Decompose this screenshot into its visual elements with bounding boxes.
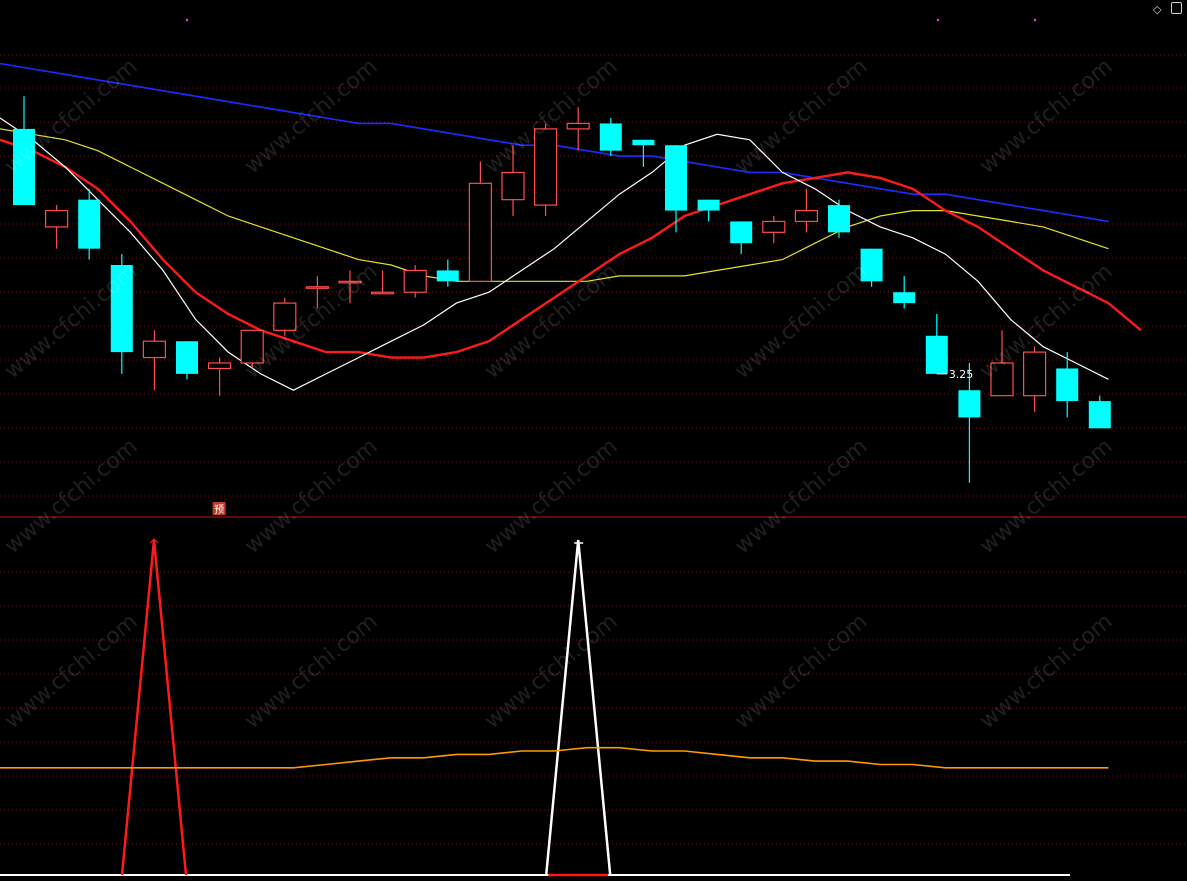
- moving-average-lines: [0, 62, 1142, 391]
- diamond-icon[interactable]: ◇: [1153, 3, 1161, 16]
- candle-body: [762, 220, 786, 233]
- candle: [240, 329, 264, 369]
- candle: [110, 254, 133, 374]
- candle-body: [273, 302, 297, 331]
- top-marker-dot: [936, 18, 940, 22]
- candle-body: [533, 128, 558, 206]
- candle: [1088, 395, 1111, 429]
- candle: [403, 265, 427, 298]
- candle-body: [828, 205, 850, 233]
- stock-chart: 3.25 预: [0, 18, 1187, 877]
- candle-body: [1056, 368, 1079, 402]
- candle-body: [566, 122, 590, 130]
- candle-body: [176, 341, 198, 374]
- candle: [990, 330, 1014, 397]
- candle: [436, 259, 459, 287]
- candle-body: [110, 265, 133, 353]
- candle-body: [240, 329, 264, 364]
- candle: [828, 199, 850, 238]
- candle-body: [44, 209, 69, 228]
- candle-body: [958, 390, 981, 418]
- candle-body: [338, 280, 362, 284]
- candle-body: [78, 199, 101, 249]
- candle: [599, 118, 622, 157]
- candle-body: [468, 182, 492, 282]
- candle-body: [501, 171, 525, 201]
- candle: [762, 216, 786, 244]
- candle: [794, 188, 819, 233]
- candle-body: [794, 209, 819, 223]
- candle: [305, 275, 329, 309]
- top-marker-dot: [185, 18, 189, 22]
- candle: [273, 297, 297, 336]
- candle-body: [142, 340, 166, 359]
- chart-annotations: 3.25 预: [212, 368, 974, 516]
- candle: [860, 248, 883, 287]
- candle: [697, 199, 720, 222]
- indicator-smooth-line: [0, 746, 1109, 769]
- candle-body: [990, 362, 1014, 397]
- candle: [44, 205, 69, 249]
- candle: [925, 314, 948, 374]
- pre-marker-label: 预: [214, 504, 224, 516]
- top-marker-dot: [1033, 18, 1037, 22]
- candle: [371, 270, 395, 295]
- candle-body: [599, 123, 622, 151]
- candle-body: [665, 145, 687, 211]
- ma-mid-line: [0, 138, 1142, 359]
- candle: [13, 96, 35, 206]
- candle-body: [1022, 351, 1047, 397]
- candle-body: [436, 270, 459, 282]
- low-price-label: 3.25: [949, 368, 974, 381]
- candle: [632, 139, 655, 167]
- candle: [893, 275, 916, 309]
- candle: [533, 123, 558, 216]
- candle: [208, 357, 232, 396]
- candle: [958, 363, 981, 483]
- candle: [176, 341, 198, 380]
- candle: [142, 330, 166, 391]
- candle: [665, 145, 687, 233]
- square-icon[interactable]: [1171, 2, 1182, 14]
- candlesticks: [13, 96, 1111, 483]
- candle-body: [371, 291, 395, 295]
- candle-body: [305, 286, 329, 289]
- candle: [566, 107, 590, 151]
- candle: [468, 161, 492, 282]
- candle-body: [730, 221, 753, 244]
- candle: [1022, 346, 1047, 412]
- candle-body: [860, 248, 883, 282]
- candle: [338, 270, 362, 304]
- candle-body: [925, 335, 948, 374]
- candle-body: [208, 362, 232, 370]
- candle-body: [13, 128, 35, 206]
- grid-lines: [0, 54, 1187, 845]
- candle: [730, 221, 753, 255]
- candle-body: [632, 139, 655, 146]
- candle-body: [697, 199, 720, 211]
- candle-body: [893, 292, 916, 304]
- candle-body: [403, 269, 427, 293]
- candle-body: [1088, 401, 1111, 429]
